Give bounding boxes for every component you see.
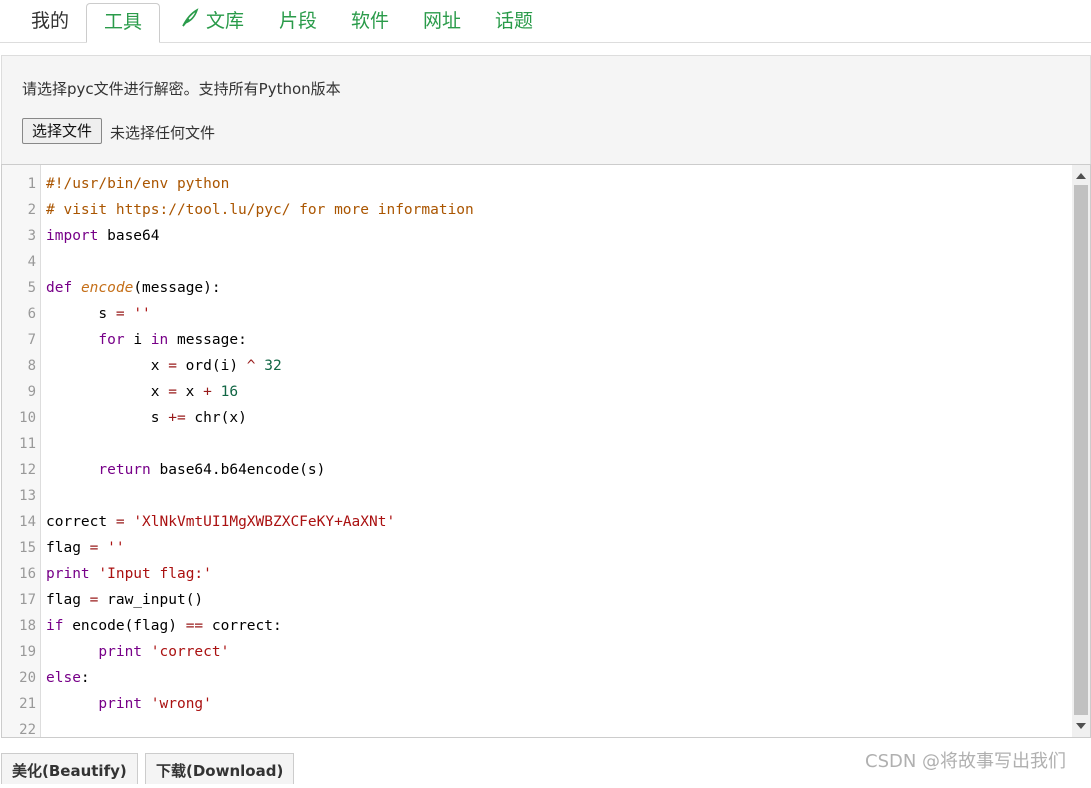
code-lines: 1 #!/usr/bin/env python 2 # visit https://t… (2, 171, 1072, 738)
line-number: 16 (19, 566, 36, 582)
line-number: 1 (27, 176, 36, 192)
code-line: 6 s = '' (2, 301, 1072, 327)
code-line: 10 s += chr(x) (2, 405, 1072, 431)
code-line: 22 (2, 717, 1072, 738)
line-number: 3 (27, 228, 36, 244)
code-line: 13 (2, 483, 1072, 509)
code-text: s = '' (46, 306, 151, 322)
tab-urls[interactable]: 网址 (412, 3, 472, 41)
line-number: 22 (19, 722, 36, 738)
line-number: 19 (19, 644, 36, 660)
code-text: print 'correct' (98, 644, 230, 660)
code-line: 17 flag = raw_input() (2, 587, 1072, 613)
line-number: 8 (27, 358, 36, 374)
tab-software[interactable]: 软件 (340, 3, 400, 41)
code-line: 8 x = ord(i) ^ 32 (2, 353, 1072, 379)
code-line: 20 else: (2, 665, 1072, 691)
code-text: print 'Input flag:' (46, 566, 212, 582)
code-text: x = ord(i) ^ 32 (46, 358, 282, 374)
tab-tools[interactable]: 工具 (86, 3, 160, 43)
line-number: 10 (19, 410, 36, 426)
code-text: x = x + 16 (46, 384, 239, 400)
code-line: 14 correct = 'XlNkVmtUI1MgXWBZXCFeKY+AaXN… (2, 509, 1072, 535)
feather-icon (180, 4, 200, 40)
scrollbar-thumb[interactable] (1074, 185, 1088, 715)
line-number: 12 (19, 462, 36, 478)
tab-label: 软件 (350, 10, 389, 32)
tab-mine[interactable]: 我的 (16, 3, 84, 41)
tab-wenku[interactable]: 文库 (170, 3, 254, 41)
scroll-up-icon[interactable] (1076, 173, 1086, 179)
code-line: 3 import base64 (2, 223, 1072, 249)
code-text: else: (46, 670, 90, 686)
tab-label: 话题 (494, 10, 533, 32)
tab-label: 工具 (103, 11, 142, 33)
code-text: if encode(flag) == correct: (46, 618, 282, 634)
tab-label: 我的 (30, 10, 69, 32)
line-number: 7 (27, 332, 36, 348)
code-line: 12 return base64.b64encode(s) (2, 457, 1072, 483)
code-text: import base64 (46, 228, 160, 244)
tab-snippets[interactable]: 片段 (268, 3, 328, 41)
tab-topics[interactable]: 话题 (484, 3, 544, 41)
code-line: 19 print 'correct' (2, 639, 1072, 665)
code-text: def encode(message): (46, 280, 221, 296)
code-text: # visit https://tool.lu/pyc/ for more in… (46, 202, 474, 218)
tab-label: 网址 (422, 10, 461, 32)
line-number: 20 (19, 670, 36, 686)
code-line: 18 if encode(flag) == correct: (2, 613, 1072, 639)
line-number: 18 (19, 618, 36, 634)
line-number: 9 (27, 384, 36, 400)
line-number: 17 (19, 592, 36, 608)
beautify-button[interactable]: 美化(Beautify) (1, 753, 138, 784)
code-line: 5 def encode(message): (2, 275, 1072, 301)
code-line: 15 flag = '' (2, 535, 1072, 561)
line-number: 2 (27, 202, 36, 218)
code-text: correct = 'XlNkVmtUI1MgXWBZXCFeKY+AaXNt' (46, 514, 396, 530)
line-number: 21 (19, 696, 36, 712)
code-text: return base64.b64encode(s) (98, 462, 326, 478)
tab-label: 文库 (205, 10, 244, 32)
code-line: 11 (2, 431, 1072, 457)
line-number: 4 (27, 254, 36, 270)
code-line: 21 print 'wrong' (2, 691, 1072, 717)
watermark: CSDN @将故事写出我们 (865, 751, 1067, 772)
line-number: 15 (19, 540, 36, 556)
code-text: print 'wrong' (98, 696, 212, 712)
tab-label: 片段 (278, 10, 317, 32)
code-line: 2 # visit https://tool.lu/pyc/ for more i… (2, 197, 1072, 223)
code-line: 16 print 'Input flag:' (2, 561, 1072, 587)
nav-tabs: 我的 工具 文库 片段 软件 网址 话题 (0, 0, 1091, 43)
no-file-text: 未选择任何文件 (110, 124, 216, 142)
code-text: #!/usr/bin/env python (46, 176, 230, 192)
code-line: 9 x = x + 16 (2, 379, 1072, 405)
line-number: 11 (19, 436, 36, 452)
line-number: 13 (19, 488, 36, 504)
choose-file-button[interactable]: 选择文件 (22, 118, 103, 144)
line-number: 5 (27, 280, 36, 296)
vertical-scrollbar[interactable] (1072, 165, 1090, 737)
code-text: flag = raw_input() (46, 592, 204, 608)
scroll-down-icon[interactable] (1076, 723, 1086, 729)
code-text: for i in message: (98, 332, 247, 348)
code-line: 4 (2, 249, 1072, 275)
upload-description: 请选择pyc文件进行解密。支持所有Python版本 (22, 80, 341, 98)
code-text: s += chr(x) (46, 410, 247, 426)
line-number: 6 (27, 306, 36, 322)
code-line: 1 #!/usr/bin/env python (2, 171, 1072, 197)
line-number: 14 (19, 514, 36, 530)
code-editor[interactable]: 1 #!/usr/bin/env python 2 # visit https://t… (1, 164, 1091, 738)
upload-panel: 请选择pyc文件进行解密。支持所有Python版本 选择文件 未选择任何文件 (1, 55, 1091, 164)
code-text: flag = '' (46, 540, 125, 556)
code-line: 7 for i in message: (2, 327, 1072, 353)
download-button[interactable]: 下载(Download) (145, 753, 295, 784)
